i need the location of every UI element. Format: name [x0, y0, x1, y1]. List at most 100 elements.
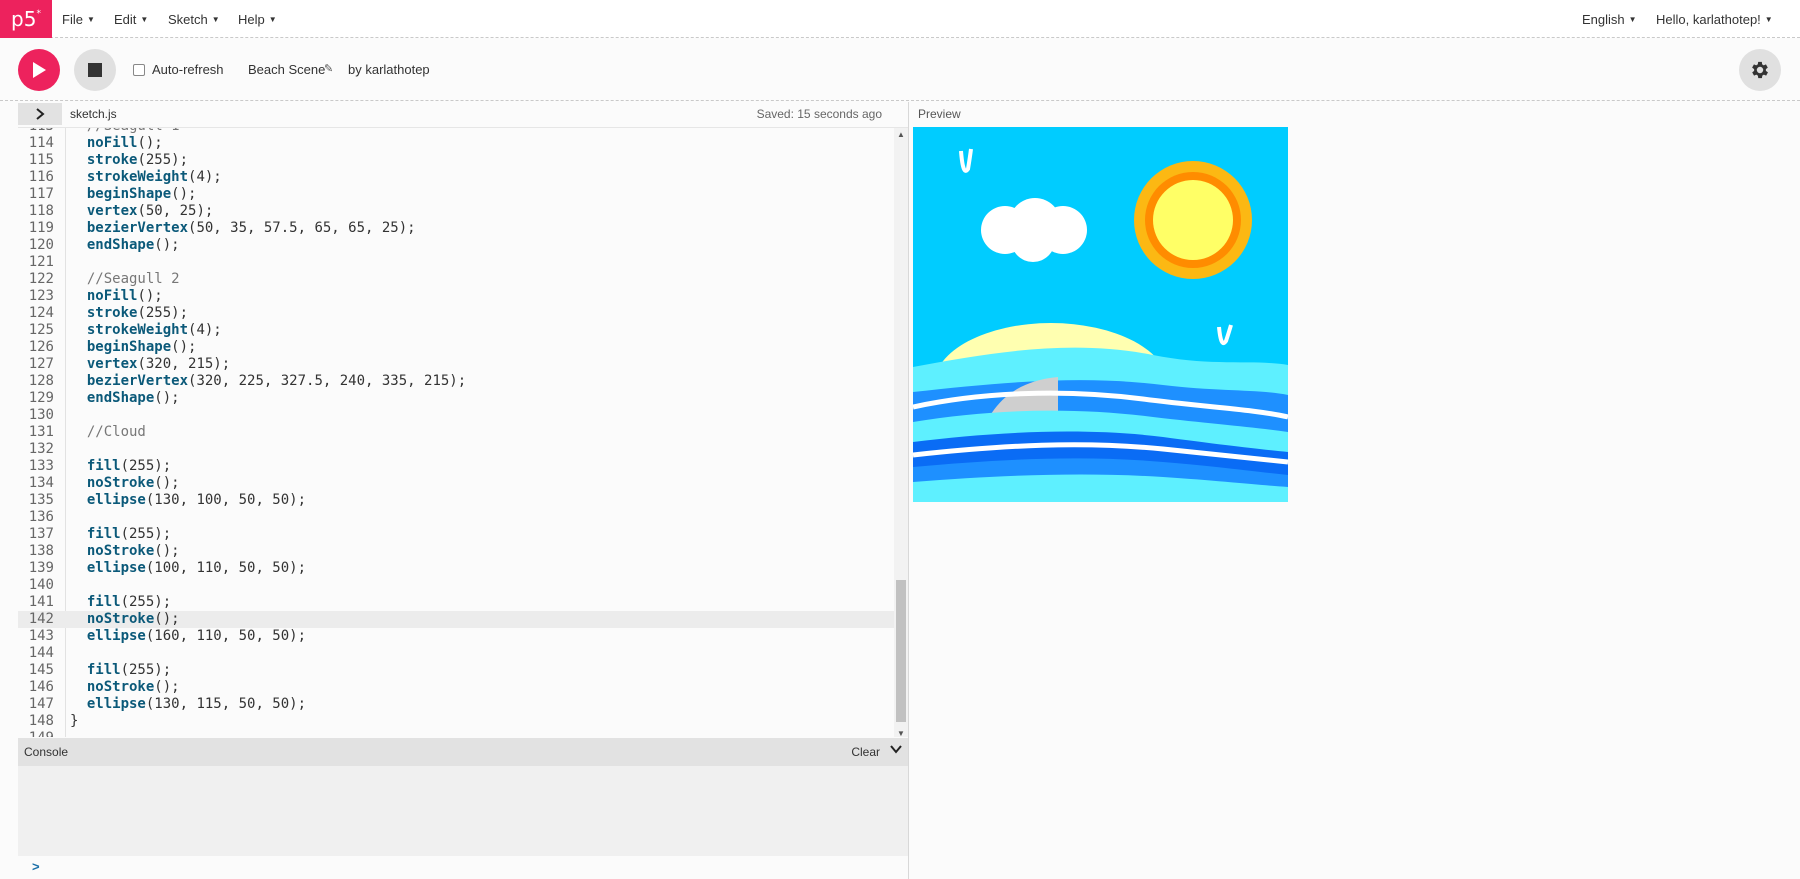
code-line[interactable]: 115 stroke(255);: [18, 152, 894, 169]
code-line[interactable]: 119 bezierVertex(50, 35, 57.5, 65, 65, 2…: [18, 220, 894, 237]
chevron-down-icon[interactable]: [890, 743, 902, 757]
code-line[interactable]: 118 vertex(50, 25);: [18, 203, 894, 220]
line-number: 121: [28, 254, 54, 270]
line-number: 143: [28, 628, 54, 644]
code-text: noStroke();: [86, 611, 180, 627]
line-number: 117: [28, 186, 54, 202]
code-text: bezierVertex(50, 35, 57.5, 65, 65, 25);: [86, 220, 416, 236]
code-line[interactable]: 130: [18, 407, 894, 424]
code-line[interactable]: 113 //Seagull 1: [18, 128, 894, 135]
console-clear-button[interactable]: Clear: [851, 745, 880, 759]
line-number: 123: [28, 288, 54, 304]
code-line[interactable]: 144: [18, 645, 894, 662]
line-number: 127: [28, 356, 54, 372]
scrollbar-thumb[interactable]: [896, 580, 906, 722]
code-line[interactable]: 117 beginShape();: [18, 186, 894, 203]
scroll-down-icon[interactable]: ▼: [894, 729, 908, 737]
scroll-up-icon[interactable]: ▲: [894, 130, 908, 139]
caret-down-icon: ▼: [268, 14, 277, 24]
code-text: ellipse(130, 100, 50, 50);: [86, 492, 307, 508]
menu-help[interactable]: Help ▼: [238, 0, 277, 38]
code-line[interactable]: 122 //Seagull 2: [18, 271, 894, 288]
code-text: vertex(320, 215);: [86, 356, 231, 372]
code-line[interactable]: 129 endShape();: [18, 390, 894, 407]
code-line[interactable]: 132: [18, 441, 894, 458]
code-text: ellipse(130, 115, 50, 50);: [86, 696, 307, 712]
line-number: 139: [28, 560, 54, 576]
line-number: 125: [28, 322, 54, 338]
code-line[interactable]: 133 fill(255);: [18, 458, 894, 475]
auto-refresh-checkbox[interactable]: [133, 64, 145, 76]
line-number: 113: [18, 128, 54, 135]
cloud: [981, 198, 1087, 262]
line-number: 115: [28, 152, 54, 168]
sketch-author[interactable]: by karlathotep: [348, 62, 430, 77]
code-text: vertex(50, 25);: [86, 203, 214, 219]
code-line[interactable]: 131 //Cloud: [18, 424, 894, 441]
code-line[interactable]: 142 noStroke();: [18, 611, 894, 628]
code-line[interactable]: 121: [18, 254, 894, 271]
line-number: 132: [28, 441, 54, 457]
sketch-name[interactable]: Beach Scene: [248, 62, 325, 77]
code-line[interactable]: 149: [18, 730, 894, 737]
line-number: 136: [28, 509, 54, 525]
code-line[interactable]: 125 strokeWeight(4);: [18, 322, 894, 339]
line-number: 138: [28, 543, 54, 559]
menu-edit[interactable]: Edit ▼: [114, 0, 148, 38]
code-line[interactable]: 143 ellipse(160, 110, 50, 50);: [18, 628, 894, 645]
code-line[interactable]: 127 vertex(320, 215);: [18, 356, 894, 373]
menu-sketch[interactable]: Sketch ▼: [168, 0, 220, 38]
code-line[interactable]: 140: [18, 577, 894, 594]
editor-header: sketch.js Saved: 15 seconds ago: [18, 102, 908, 126]
line-number: 130: [28, 407, 54, 423]
line-number: 144: [28, 645, 54, 661]
line-number: 148: [28, 713, 54, 729]
file-name: sketch.js: [70, 107, 117, 121]
stop-button[interactable]: [74, 49, 116, 91]
code-line[interactable]: 139 ellipse(100, 110, 50, 50);: [18, 560, 894, 577]
code-line[interactable]: 124 stroke(255);: [18, 305, 894, 322]
pencil-icon[interactable]: ✎: [324, 62, 333, 75]
code-text: fill(255);: [86, 594, 172, 610]
code-line[interactable]: 123 noFill();: [18, 288, 894, 305]
auto-refresh-label: Auto-refresh: [152, 62, 224, 77]
code-line[interactable]: 128 bezierVertex(320, 225, 327.5, 240, 3…: [18, 373, 894, 390]
menu-file[interactable]: File ▼: [62, 0, 95, 38]
code-line[interactable]: 141 fill(255);: [18, 594, 894, 611]
caret-down-icon: ▼: [86, 14, 95, 24]
console-title: Console: [24, 745, 69, 759]
code-line[interactable]: 120 endShape();: [18, 237, 894, 254]
code-line[interactable]: 147 ellipse(130, 115, 50, 50);: [18, 696, 894, 713]
sidebar-toggle-button[interactable]: [18, 103, 62, 125]
language-select[interactable]: English ▼: [1582, 0, 1637, 38]
console-header: Console Clear: [18, 738, 908, 766]
p5-logo[interactable]: p5 *: [0, 0, 52, 38]
pane-divider[interactable]: [908, 102, 909, 879]
code-text: noStroke();: [86, 679, 180, 695]
code-line[interactable]: 126 beginShape();: [18, 339, 894, 356]
console-input[interactable]: >: [18, 856, 908, 879]
play-button[interactable]: [18, 49, 60, 91]
code-line[interactable]: 148}: [18, 713, 894, 730]
play-icon: [33, 62, 46, 78]
code-line[interactable]: 134 noStroke();: [18, 475, 894, 492]
caret-down-icon: ▼: [211, 14, 220, 24]
code-line[interactable]: 135 ellipse(130, 100, 50, 50);: [18, 492, 894, 509]
line-number: 140: [28, 577, 54, 593]
code-line[interactable]: 137 fill(255);: [18, 526, 894, 543]
code-text: strokeWeight(4);: [86, 322, 222, 338]
code-line[interactable]: 116 strokeWeight(4);: [18, 169, 894, 186]
code-text: strokeWeight(4);: [86, 169, 222, 185]
code-line[interactable]: 146 noStroke();: [18, 679, 894, 696]
code-text: noFill();: [86, 135, 163, 151]
preview-canvas: [913, 127, 1288, 502]
code-editor[interactable]: 113 //Seagull 1114 noFill();115 stroke(2…: [18, 127, 908, 737]
settings-button[interactable]: [1739, 49, 1781, 91]
user-menu[interactable]: Hello, karlathotep! ▼: [1656, 0, 1773, 38]
code-line[interactable]: 145 fill(255);: [18, 662, 894, 679]
editor-scrollbar[interactable]: ▲ ▼: [894, 128, 908, 737]
code-line[interactable]: 138 noStroke();: [18, 543, 894, 560]
code-text: beginShape();: [86, 186, 197, 202]
code-line[interactable]: 114 noFill();: [18, 135, 894, 152]
code-line[interactable]: 136: [18, 509, 894, 526]
